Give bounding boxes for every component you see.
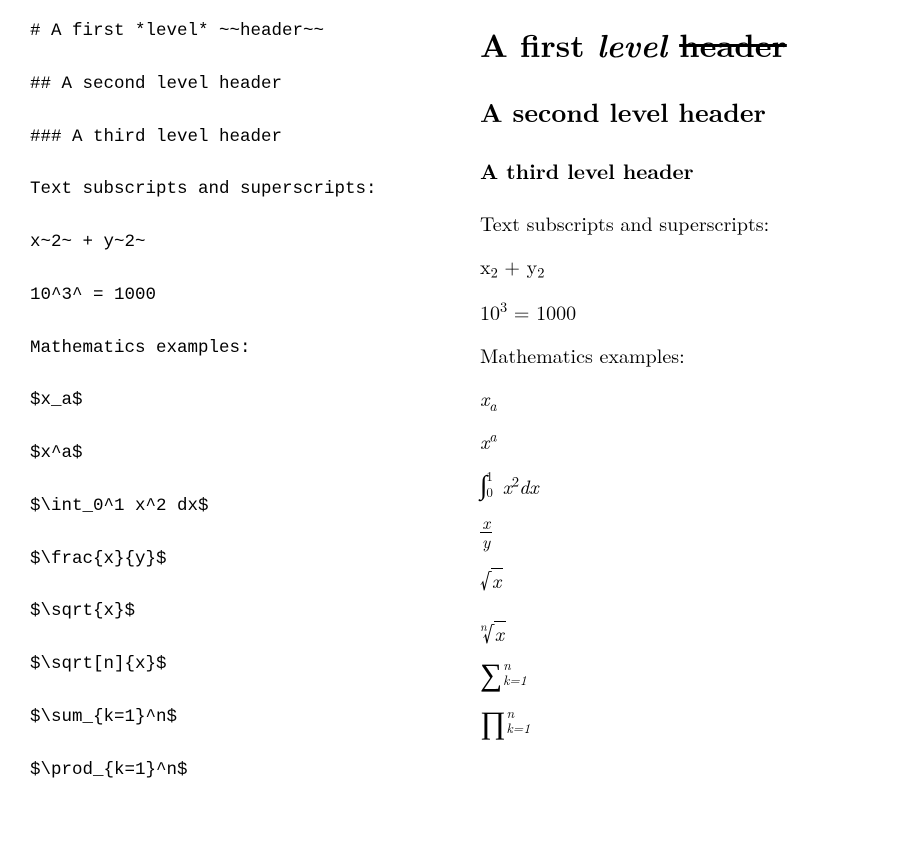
h1-italic-word: level bbox=[597, 20, 667, 67]
rendered-output-column: A first level header A second level head… bbox=[480, 20, 890, 829]
src-line: # A first *level* ~~header~~ bbox=[30, 20, 440, 43]
subscript-2: 2 bbox=[537, 263, 544, 283]
src-line: $\sqrt[n]{x}$ bbox=[30, 653, 440, 676]
heading-3: A third level header bbox=[480, 156, 890, 186]
base-10: 10 bbox=[480, 297, 500, 326]
superscript-a: a bbox=[489, 426, 496, 446]
src-line: $x^a$ bbox=[30, 442, 440, 465]
src-line: $\prod_{k=1}^n$ bbox=[30, 759, 440, 782]
surd-symbol: √ bbox=[480, 567, 491, 590]
math-integral: ∫ 1 0 x2dx bbox=[480, 469, 890, 500]
math-nth-root: n √ x bbox=[480, 608, 890, 643]
math-fraction: x y bbox=[480, 514, 890, 551]
math-sqrt: √ x bbox=[480, 565, 890, 594]
equals-1000: = 1000 bbox=[507, 297, 576, 326]
prod-lower: k=1 bbox=[507, 721, 531, 735]
sum-limits: n k=1 bbox=[503, 658, 527, 687]
src-line: Mathematics examples: bbox=[30, 337, 440, 360]
fraction-icon: x y bbox=[480, 514, 492, 551]
src-line: 10^3^ = 1000 bbox=[30, 284, 440, 307]
src-line: $\sum_{k=1}^n$ bbox=[30, 706, 440, 729]
radicand: x bbox=[491, 568, 503, 590]
subscript-a: a bbox=[489, 396, 496, 416]
prod-upper: n bbox=[507, 706, 531, 720]
math-x-sup-a: xa bbox=[480, 426, 890, 455]
subscript-2: 2 bbox=[491, 263, 498, 283]
int-upper: 1 bbox=[486, 469, 493, 482]
src-line: Text subscripts and superscripts: bbox=[30, 178, 440, 201]
math-x-sub-a: xa bbox=[480, 383, 890, 412]
plus-sign: + bbox=[498, 251, 527, 280]
var-x: x bbox=[480, 251, 491, 280]
src-line: $\int_0^1 x^2 dx$ bbox=[30, 495, 440, 518]
math-prod: ∏ n k=1 bbox=[480, 705, 890, 739]
paragraph-subsup-label: Text subscripts and superscripts: bbox=[480, 208, 890, 237]
var-x: x bbox=[503, 471, 512, 500]
src-line: $\frac{x}{y}$ bbox=[30, 548, 440, 571]
radical-icon: n √ x bbox=[480, 618, 506, 643]
src-line: ### A third level header bbox=[30, 126, 440, 149]
text-superscript-expr: 103 = 1000 bbox=[480, 297, 890, 326]
power-2: 2 bbox=[512, 471, 519, 491]
summation-icon: ∑ n k=1 bbox=[480, 657, 527, 688]
int-lower: 0 bbox=[486, 485, 493, 498]
var-x: x bbox=[480, 426, 489, 455]
sigma-symbol: ∑ bbox=[480, 657, 502, 688]
sum-upper: n bbox=[503, 658, 527, 672]
text-subscript-expr: x2 + y2 bbox=[480, 251, 890, 283]
src-line: ## A second level header bbox=[30, 73, 440, 96]
integral-limits: 1 0 bbox=[486, 469, 493, 498]
src-line: x~2~ + y~2~ bbox=[30, 231, 440, 254]
radical-icon: √ x bbox=[480, 567, 503, 590]
src-line: $x_a$ bbox=[30, 389, 440, 412]
radicand: x bbox=[494, 621, 506, 643]
src-line: $\sqrt{x}$ bbox=[30, 600, 440, 623]
h1-strike-word: header bbox=[679, 22, 787, 67]
pi-product-symbol: ∏ bbox=[480, 705, 506, 736]
h1-text-prefix: A first bbox=[480, 22, 597, 67]
var-x: x bbox=[480, 383, 489, 412]
product-icon: ∏ n k=1 bbox=[480, 705, 530, 736]
var-y: y bbox=[527, 251, 538, 280]
prod-limits: n k=1 bbox=[507, 706, 531, 735]
heading-1: A first level header bbox=[480, 20, 890, 67]
math-sum: ∑ n k=1 bbox=[480, 657, 890, 691]
markdown-source-column: # A first *level* ~~header~~ ## A second… bbox=[30, 20, 440, 829]
denominator: y bbox=[480, 533, 492, 551]
surd-symbol: √ bbox=[483, 620, 494, 643]
sum-lower: k=1 bbox=[503, 673, 527, 687]
integral-icon: ∫ 1 0 bbox=[480, 469, 493, 498]
paragraph-math-label: Mathematics examples: bbox=[480, 340, 890, 369]
heading-2: A second level header bbox=[480, 93, 890, 130]
dx: dx bbox=[519, 471, 539, 500]
